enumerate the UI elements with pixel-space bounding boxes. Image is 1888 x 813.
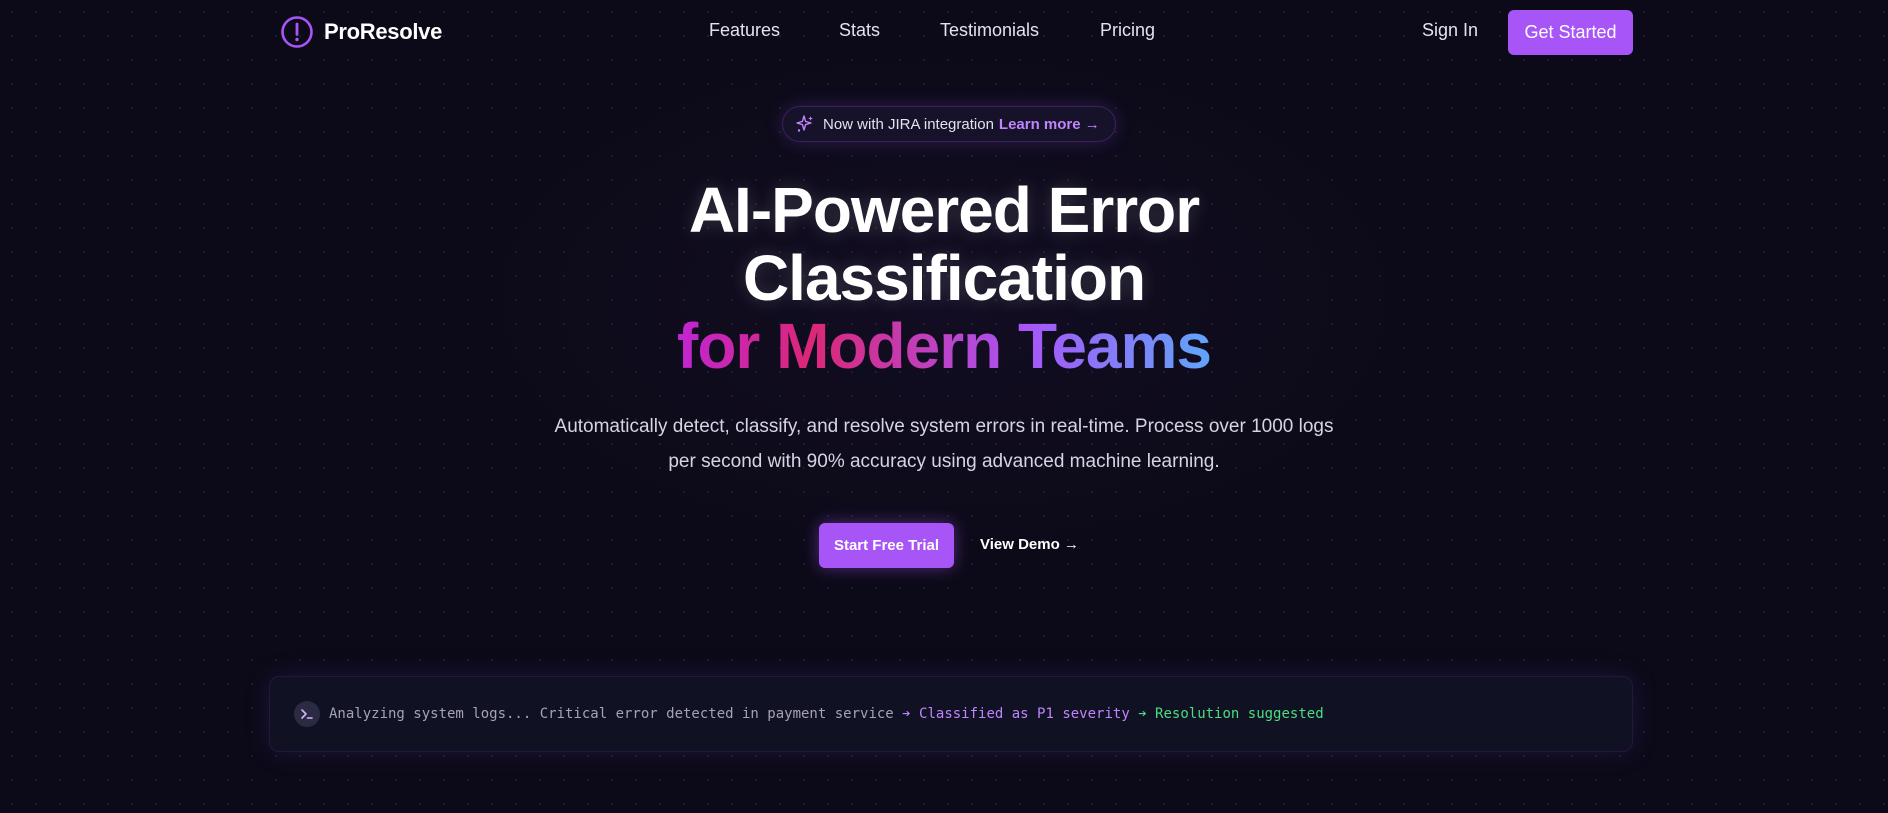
nav-link-testimonials[interactable]: Testimonials <box>940 20 1039 41</box>
headline-line-1: AI-Powered Error <box>688 174 1200 246</box>
announcement-text: Now with JIRA integration <box>823 115 994 133</box>
brand-logo[interactable]: ProResolve <box>280 15 442 49</box>
top-navigation: ProResolve Features Stats Testimonials P… <box>0 0 1888 65</box>
hero-headline: AI-Powered Error Classification for Mode… <box>0 176 1888 380</box>
nav-link-pricing[interactable]: Pricing <box>1100 20 1155 41</box>
terminal-log-text: Analyzing system logs... Critical error … <box>329 706 894 722</box>
get-started-button[interactable]: Get Started <box>1508 10 1633 55</box>
nav-link-stats[interactable]: Stats <box>839 20 880 41</box>
alert-circle-icon <box>280 15 314 49</box>
headline-gradient-text: for Modern Teams <box>677 310 1212 382</box>
terminal-log-line: Analyzing system logs... Critical error … <box>329 706 1324 722</box>
nav-link-features[interactable]: Features <box>709 20 780 41</box>
terminal-icon <box>294 701 320 727</box>
start-free-trial-button[interactable]: Start Free Trial <box>819 523 954 568</box>
view-demo-link[interactable]: View Demo → <box>980 536 1079 553</box>
terminal-status-bar: Analyzing system logs... Critical error … <box>269 676 1633 752</box>
sign-in-link[interactable]: Sign In <box>1422 20 1478 41</box>
learn-more-link[interactable]: Learn more → <box>999 116 1100 133</box>
announcement-pill[interactable]: Now with JIRA integration Learn more → <box>782 106 1116 142</box>
headline-line-2: Classification <box>742 242 1146 314</box>
terminal-resolution-step: ➔ Resolution suggested <box>1138 706 1324 722</box>
sparkles-icon <box>795 114 815 134</box>
brand-name: ProResolve <box>324 19 443 44</box>
terminal-severity-step: ➔ Classified as P1 severity <box>902 706 1130 722</box>
hero-subtitle: Automatically detect, classify, and reso… <box>554 416 1334 472</box>
